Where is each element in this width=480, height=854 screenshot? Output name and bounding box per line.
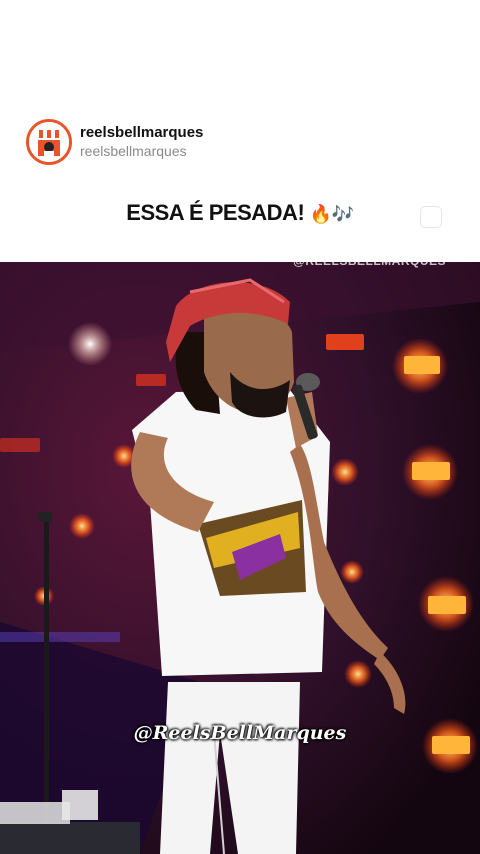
caption-text: ESSA É PESADA! (126, 200, 305, 225)
watermark-top: @REELSBELLMARQUES (293, 254, 446, 268)
post-caption: ESSA É PESADA! 🔥🎶 (0, 200, 480, 226)
post-header: reelsbellmarques reelsbellmarques ESSA É… (0, 0, 480, 262)
handle: reelsbellmarques (80, 143, 187, 159)
reels-icon (420, 206, 442, 228)
caption-emoji: 🔥🎶 (309, 204, 354, 224)
store-mascot-icon (29, 122, 69, 162)
video-player[interactable] (0, 262, 480, 854)
username[interactable]: reelsbellmarques (80, 124, 203, 141)
concert-video-frame (0, 262, 480, 854)
avatar[interactable] (26, 119, 72, 165)
watermark-main: @ReelsBellMarques (133, 722, 347, 744)
